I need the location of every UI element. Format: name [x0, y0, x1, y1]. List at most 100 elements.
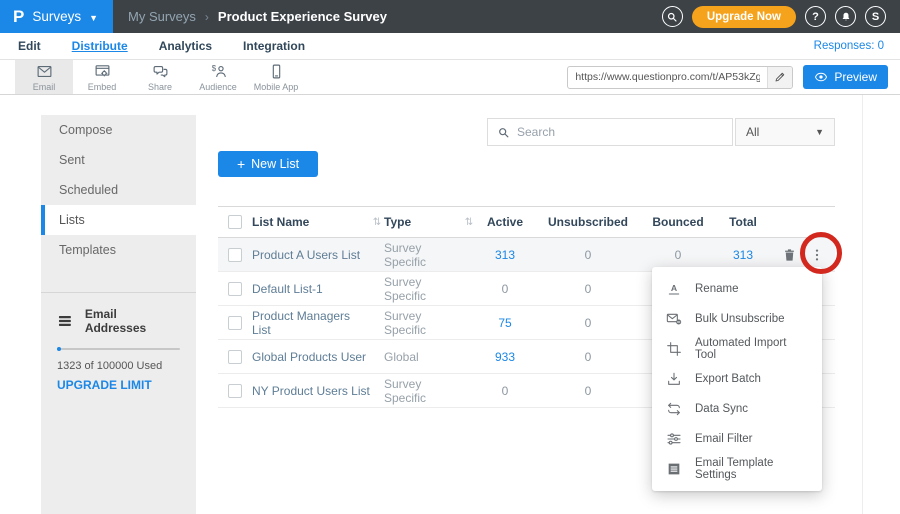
usage-text: 1323 of 100000 Used — [57, 360, 180, 372]
svg-text:$: $ — [211, 64, 216, 73]
unsubscribed-count: 0 — [585, 384, 592, 398]
channel-audience[interactable]: $Audience — [189, 60, 247, 94]
row-checkbox-cell — [218, 350, 252, 364]
list-type-cell: Survey Specific — [384, 309, 462, 337]
sidebar-nav: ComposeSentScheduledListsTemplates — [41, 115, 196, 265]
list-name-link[interactable]: Global Products User — [252, 350, 366, 364]
pencil-icon — [774, 71, 786, 83]
sidebar-item-compose[interactable]: Compose — [41, 115, 196, 145]
column-header-bounced: Bounced — [642, 215, 714, 229]
help-button[interactable]: ? — [805, 6, 826, 27]
page-body: ComposeSentScheduledListsTemplates Email… — [0, 95, 900, 514]
channel-mobile-app[interactable]: Mobile App — [247, 60, 305, 94]
channel-embed[interactable]: Embed — [73, 60, 131, 94]
responses-count[interactable]: Responses: 0 — [814, 40, 884, 52]
product-menu-label: Surveys — [32, 9, 81, 24]
channel-email[interactable]: Email — [15, 60, 73, 94]
channel-share[interactable]: Share — [131, 60, 189, 94]
row-checkbox-cell — [218, 248, 252, 262]
tab-edit[interactable]: Edit — [18, 39, 41, 53]
product-switcher[interactable]: P Surveys ▼ — [0, 0, 113, 33]
distribute-toolbar: Email Embed Share$AudienceMobile App Previ… — [0, 60, 900, 95]
list-name-cell: Product A Users List — [252, 248, 370, 262]
rename-icon: A — [666, 281, 682, 297]
row-checkbox[interactable] — [228, 248, 242, 262]
unsubscribed-count-cell: 0 — [534, 248, 642, 262]
upgrade-limit-link[interactable]: UPGRADE LIMIT — [57, 378, 180, 392]
list-name-cell: NY Product Users List — [252, 384, 370, 398]
unsubscribed-count-cell: 0 — [534, 282, 642, 296]
edit-url-button[interactable] — [767, 67, 792, 88]
unsubscribed-count: 0 — [585, 282, 592, 296]
menu-item-email-filter[interactable]: Email Filter — [652, 424, 822, 454]
sidebar-item-scheduled[interactable]: Scheduled — [41, 175, 196, 205]
row-checkbox[interactable] — [228, 282, 242, 296]
menu-item-export-batch[interactable]: Export Batch — [652, 364, 822, 394]
upgrade-now-button[interactable]: Upgrade Now — [692, 6, 796, 28]
sidebar-item-lists[interactable]: Lists — [41, 205, 196, 235]
menu-item-email-template-settings[interactable]: Email Template Settings — [652, 454, 822, 484]
active-count-cell: 313 — [476, 248, 534, 262]
breadcrumb-my-surveys[interactable]: My Surveys — [128, 9, 196, 24]
list-filter-dropdown[interactable]: All ▼ — [735, 118, 835, 146]
sidebar-item-sent[interactable]: Sent — [41, 145, 196, 175]
total-count: 313 — [733, 248, 753, 262]
eye-icon — [814, 70, 828, 84]
share-icon — [152, 63, 169, 80]
sort-icon[interactable]: ⇅ — [370, 217, 384, 228]
active-count-cell: 0 — [476, 282, 534, 296]
export-batch-icon — [666, 371, 682, 387]
topbar-actions: Upgrade Now ? S — [662, 6, 900, 28]
sidebar-item-templates[interactable]: Templates — [41, 235, 196, 265]
list-name-link[interactable]: Product Managers List — [252, 309, 350, 337]
menu-item-label: Export Batch — [695, 373, 761, 385]
content-right-divider — [862, 95, 863, 514]
menu-item-label: Rename — [695, 283, 738, 295]
tab-integration[interactable]: Integration — [243, 39, 305, 53]
highlight-circle-annotation — [800, 232, 842, 274]
active-count-cell: 933 — [476, 350, 534, 364]
active-count-cell: 0 — [476, 384, 534, 398]
menu-item-rename[interactable]: A Rename — [652, 274, 822, 304]
menu-item-bulk-unsubscribe[interactable]: Bulk Unsubscribe — [652, 304, 822, 334]
list-name-link[interactable]: Default List-1 — [252, 282, 323, 296]
email-addresses-panel: Email Addresses 1323 of 100000 Used UPGR… — [41, 293, 196, 392]
menu-item-data-sync[interactable]: Data Sync — [652, 394, 822, 424]
notifications-button[interactable] — [835, 6, 856, 27]
new-list-button[interactable]: + New List — [218, 151, 318, 177]
survey-url-input[interactable] — [568, 71, 767, 83]
tab-distribute[interactable]: Distribute — [72, 39, 128, 53]
total-count-cell: 313 — [714, 248, 772, 262]
list-name-link[interactable]: NY Product Users List — [252, 384, 370, 398]
row-checkbox[interactable] — [228, 384, 242, 398]
channel-label: Embed — [88, 82, 117, 92]
tab-analytics[interactable]: Analytics — [159, 39, 212, 53]
column-header-active: Active — [476, 215, 534, 229]
unsubscribed-count-cell: 0 — [534, 350, 642, 364]
list-type-cell: Survey Specific — [384, 241, 462, 269]
user-avatar[interactable]: S — [865, 6, 886, 27]
search-input[interactable] — [517, 125, 723, 139]
usage-progress-fill — [57, 347, 61, 351]
list-type-cell: Survey Specific — [384, 377, 462, 405]
email-template-icon — [666, 461, 682, 477]
list-name-link[interactable]: Product A Users List — [252, 248, 360, 262]
active-count: 933 — [495, 350, 515, 364]
search-button[interactable] — [662, 6, 683, 27]
row-checkbox[interactable] — [228, 350, 242, 364]
channel-buttons: Email Embed Share$AudienceMobile App — [15, 60, 305, 94]
delete-list-button[interactable] — [782, 247, 797, 263]
select-all-checkbox[interactable] — [228, 215, 242, 229]
list-stack-icon — [57, 313, 73, 329]
sort-icon[interactable]: ⇅ — [462, 217, 476, 228]
menu-item-automated-import-tool[interactable]: Automated Import Tool — [652, 334, 822, 364]
embed-icon — [94, 63, 111, 80]
new-list-label: New List — [251, 157, 299, 171]
preview-button[interactable]: Preview — [803, 65, 888, 89]
active-count: 75 — [498, 316, 511, 330]
bounced-count-cell: 0 — [642, 248, 714, 262]
header-checkbox-cell — [218, 215, 252, 229]
menu-item-label: Email Template Settings — [695, 457, 808, 481]
survey-nav-bar: Edit Distribute Analytics Integration Respo… — [0, 33, 900, 60]
row-checkbox[interactable] — [228, 316, 242, 330]
